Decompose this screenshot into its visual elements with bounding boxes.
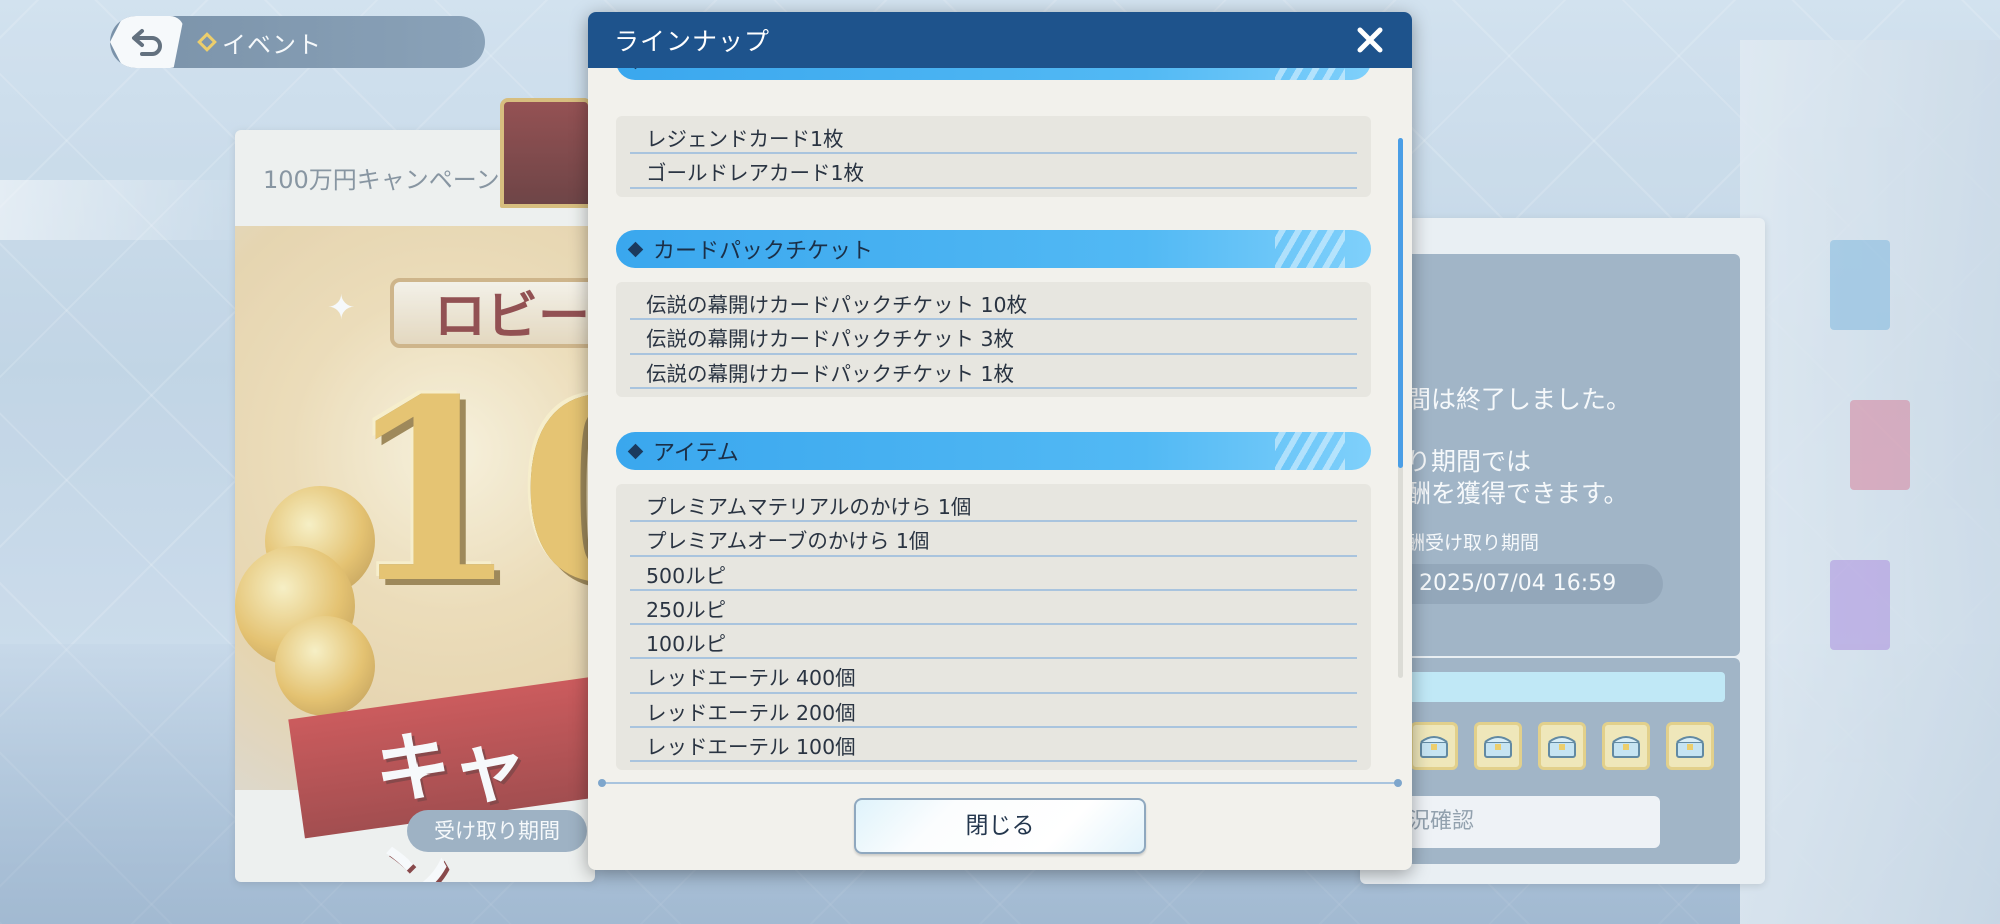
list-item: レッドエーテル 100個 <box>630 728 1357 763</box>
list-item: レッドエーテル 200個 <box>630 694 1357 729</box>
list-item: 伝説の幕開けカードパックチケット 3枚 <box>630 320 1357 355</box>
list-item: 伝説の幕開けカードパックチケット 1枚 <box>630 355 1357 389</box>
list-item: プレミアムマテリアルのかけら 1個 <box>630 488 1357 523</box>
item-list-box: プレミアムマテリアルのかけら 1個 プレミアムオーブのかけら 1個 500ルピ … <box>616 484 1371 771</box>
close-button[interactable]: 閉じる <box>854 798 1146 854</box>
list-item: 500ルピ <box>630 557 1357 591</box>
item-list-box: 伝説の幕開けカードパックチケット 10枚 伝説の幕開けカードパックチケット 3枚… <box>616 282 1371 397</box>
item-list-box: レジェンドカード1枚 ゴールドレアカード1枚 <box>616 116 1371 197</box>
list-item: プレミアムオーブのかけら 1個 <box>630 522 1357 557</box>
lineup-modal: ラインナップ レジェンドカード1枚 ゴールドレアカード1枚 カードパックチケット… <box>588 12 1412 870</box>
lineup-list[interactable]: レジェンドカード1枚 ゴールドレアカード1枚 カードパックチケット 伝説の幕開け… <box>588 68 1412 778</box>
list-item: 250ルピ <box>630 591 1357 626</box>
section-header: アイテム <box>616 432 1371 470</box>
section-header: カードパックチケット <box>616 230 1371 268</box>
list-item: レジェンドカード1枚 <box>630 120 1357 155</box>
list-item: 100ルピ <box>630 625 1357 660</box>
diamond-icon <box>627 68 644 69</box>
section-header <box>616 68 1371 80</box>
list-item: 伝説の幕開けカードパックチケット 10枚 <box>630 286 1357 321</box>
section-title: カードパックチケット <box>653 239 874 264</box>
close-icon[interactable] <box>1350 20 1390 60</box>
modal-title: ラインナップ <box>614 27 771 56</box>
footer-divider <box>598 779 1402 787</box>
diamond-icon <box>627 241 644 257</box>
section-title: アイテム <box>653 441 739 466</box>
scrollbar-thumb[interactable] <box>1398 138 1403 468</box>
list-item: レッドエーテル 400個 <box>630 659 1357 694</box>
list-item: ゴールドレアカード1枚 <box>630 154 1357 189</box>
diamond-icon <box>627 443 644 459</box>
modal-header: ラインナップ <box>588 12 1412 68</box>
